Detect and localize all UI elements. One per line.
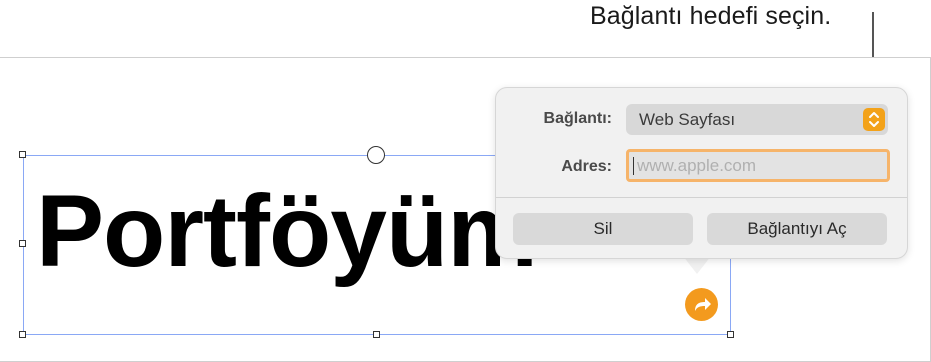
address-label: Adres:: [561, 158, 612, 175]
link-type-label: Bağlantı:: [543, 110, 612, 127]
link-type-select[interactable]: Web Sayfası: [626, 104, 888, 135]
resize-handle-top-left[interactable]: [19, 151, 26, 158]
text-caret: [633, 157, 634, 175]
resize-handle-bottom-right[interactable]: [727, 331, 734, 338]
link-type-value: Web Sayfası: [639, 110, 736, 129]
resize-handle-bottom-middle[interactable]: [373, 331, 380, 338]
curved-arrow-icon: [694, 297, 711, 311]
resize-handle-bottom-left[interactable]: [19, 331, 26, 338]
resize-handle-middle-left[interactable]: [19, 240, 26, 247]
address-input[interactable]: [626, 149, 890, 182]
link-popover: Bağlantı: Web Sayfası Adres: Sil Bağlant…: [495, 87, 908, 259]
link-badge[interactable]: [685, 288, 718, 321]
popover-divider: [496, 197, 907, 198]
callout-text: Bağlantı hedefi seçin.: [590, 2, 832, 30]
open-link-button[interactable]: Bağlantıyı Aç: [707, 213, 887, 245]
rotate-handle[interactable]: [367, 146, 385, 164]
remove-link-button[interactable]: Sil: [513, 213, 693, 245]
chevron-up-down-icon: [863, 108, 885, 131]
